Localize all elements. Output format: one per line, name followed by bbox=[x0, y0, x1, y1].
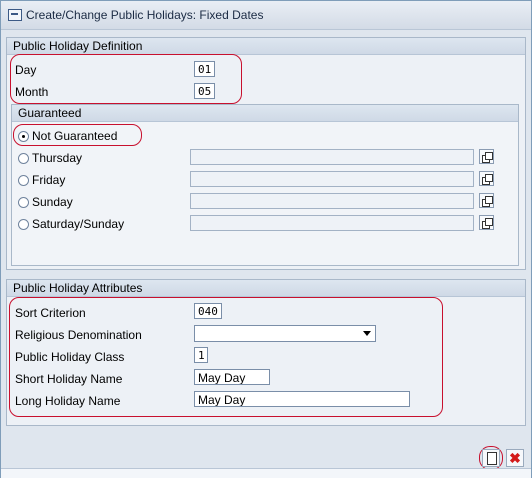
title-bar: Create/Change Public Holidays: Fixed Dat… bbox=[1, 1, 531, 30]
saturday-sunday-label: Saturday/Sunday bbox=[32, 217, 125, 231]
sort-criterion-label: Sort Criterion bbox=[15, 306, 86, 320]
chevron-down-icon[interactable] bbox=[363, 331, 371, 336]
religious-denomination-label: Religious Denomination bbox=[15, 328, 142, 342]
religious-denomination-select[interactable] bbox=[194, 325, 376, 342]
not-guaranteed-label: Not Guaranteed bbox=[32, 129, 118, 143]
day-field[interactable]: 01 bbox=[194, 61, 215, 77]
friday-label: Friday bbox=[32, 173, 66, 187]
long-name-field[interactable]: May Day bbox=[194, 391, 410, 407]
sunday-field[interactable] bbox=[190, 193, 474, 209]
copy-icon[interactable] bbox=[479, 149, 494, 164]
thursday-field[interactable] bbox=[190, 149, 474, 165]
copy-icon[interactable] bbox=[479, 171, 494, 186]
holiday-class-field[interactable]: 1 bbox=[194, 347, 208, 363]
friday-field[interactable] bbox=[190, 171, 474, 187]
radio-not-guaranteed[interactable] bbox=[18, 131, 29, 142]
create-change-icon bbox=[8, 9, 22, 21]
dialog-window: Create/Change Public Holidays: Fixed Dat… bbox=[0, 0, 532, 478]
guaranteed-group: Guaranteed Not Guaranteed Thursday Frida… bbox=[11, 104, 519, 266]
attributes-group: Public Holiday Attributes Sort Criterion… bbox=[6, 279, 526, 426]
sunday-label: Sunday bbox=[32, 195, 73, 209]
cancel-icon[interactable]: ✖ bbox=[506, 449, 524, 467]
copy-icon[interactable] bbox=[479, 215, 494, 230]
radio-saturday-sunday[interactable] bbox=[18, 219, 29, 230]
month-label: Month bbox=[15, 85, 49, 99]
radio-friday[interactable] bbox=[18, 175, 29, 186]
radio-thursday[interactable] bbox=[18, 153, 29, 164]
footer-strip bbox=[1, 468, 531, 478]
thursday-label: Thursday bbox=[32, 151, 83, 165]
long-name-label: Long Holiday Name bbox=[15, 394, 121, 408]
window-title: Create/Change Public Holidays: Fixed Dat… bbox=[26, 8, 264, 22]
attributes-header: Public Holiday Attributes bbox=[7, 280, 525, 297]
short-name-field[interactable]: May Day bbox=[194, 369, 270, 385]
definition-header: Public Holiday Definition bbox=[7, 38, 525, 55]
day-label: Day bbox=[15, 63, 37, 77]
holiday-class-label: Public Holiday Class bbox=[15, 350, 125, 364]
new-document-icon[interactable] bbox=[482, 449, 500, 467]
guaranteed-header: Guaranteed bbox=[12, 105, 518, 122]
sort-criterion-field[interactable]: 040 bbox=[194, 303, 222, 319]
radio-sunday[interactable] bbox=[18, 197, 29, 208]
month-field[interactable]: 05 bbox=[194, 83, 215, 99]
copy-icon[interactable] bbox=[479, 193, 494, 208]
definition-group: Public Holiday Definition Day 01 Month 0… bbox=[6, 37, 526, 270]
saturday-sunday-field[interactable] bbox=[190, 215, 474, 231]
short-name-label: Short Holiday Name bbox=[15, 372, 123, 386]
